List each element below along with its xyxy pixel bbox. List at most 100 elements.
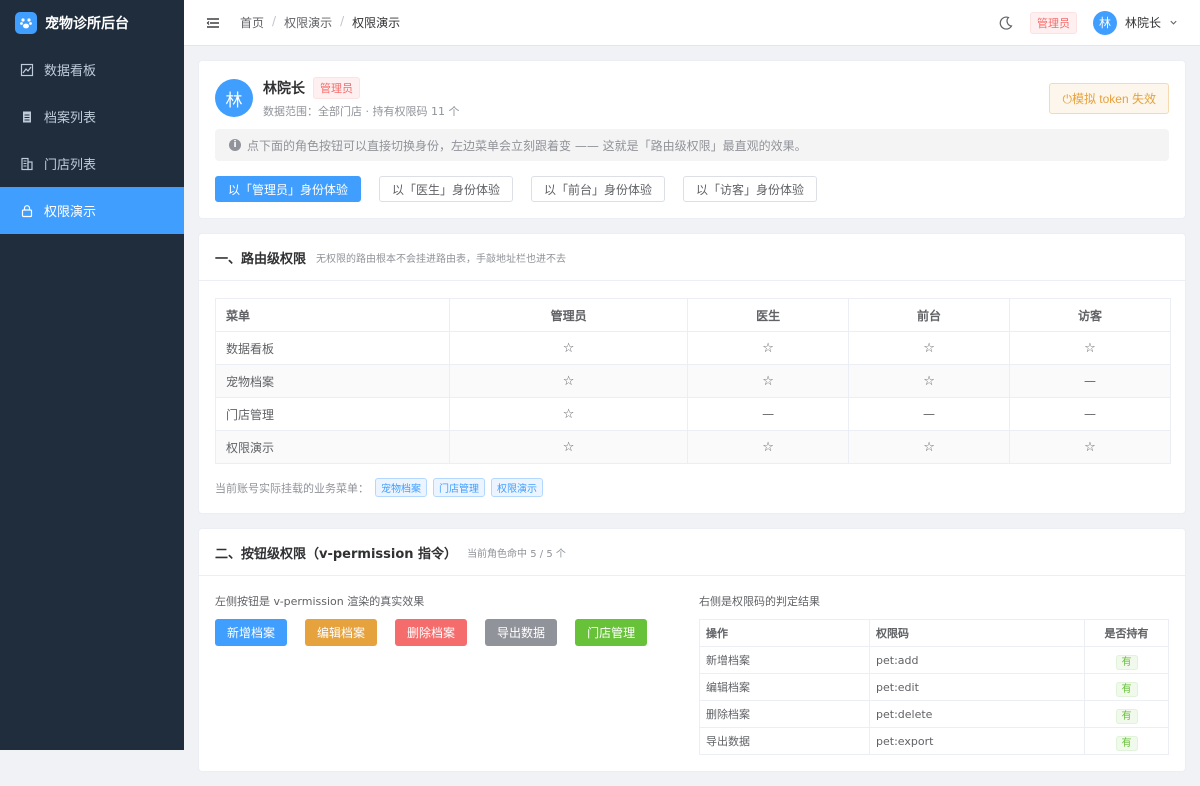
permission-cell: ☆ (848, 430, 1011, 464)
store-management-button[interactable]: 门店管理 (575, 619, 648, 646)
has-badge: 有 (1115, 735, 1138, 751)
code-cell: pet:edit (869, 673, 1085, 701)
sidebar: 宠物诊所后台 数据看板 档案列表 门店列表 权限演示 (0, 0, 184, 750)
add-record-button[interactable]: 新增档案 (215, 619, 288, 646)
permission-cell: ☆ (848, 331, 1011, 365)
mounted-label: 当前账号实际挂载的业务菜单： (215, 481, 369, 495)
avatar: 林 (1092, 10, 1117, 35)
menu-cell: 门店管理 (215, 397, 450, 431)
section-desc: 当前角色命中 5 / 5 个 (467, 548, 566, 560)
permission-cell: ☆ (448, 430, 689, 464)
lock-icon (21, 204, 33, 217)
user-name: 林院长 (1124, 16, 1161, 30)
sidebar-item-label: 数据看板 (44, 64, 97, 79)
table-row: 数据看板 ☆ ☆ ☆ ☆ (215, 331, 1171, 365)
sidebar-item-records[interactable]: 档案列表 (0, 93, 184, 140)
column-header: 访客 (1009, 298, 1171, 332)
tip-text: 点下面的角色按钮可以直接切换身份，左边菜单会立刻跟着变 —— 这就是「路由级权限… (247, 138, 807, 153)
sidebar-item-dashboard[interactable]: 数据看板 (0, 46, 184, 93)
user-menu[interactable]: 林 林院长 (1092, 10, 1178, 35)
has-badge: 有 (1115, 708, 1138, 724)
column-header: 菜单 (215, 298, 450, 332)
profile-card: 林 林院长 管理员 数据范围：全部门店 · 持有权限码 11 个 ⏻模拟 tok… (198, 60, 1186, 219)
role-doctor-button[interactable]: 以「医生」身份体验 (379, 176, 514, 202)
header: 首页 / 权限演示 / 权限演示 管理员 林 林院长 (184, 0, 1200, 46)
mounted-tag: 门店管理 (433, 478, 485, 497)
has-cell: 有 (1084, 727, 1169, 755)
mounted-tag: 权限演示 (491, 478, 543, 497)
permission-cell: ☆ (848, 364, 1011, 398)
operation-cell: 删除档案 (699, 700, 870, 728)
role-visitor-button[interactable]: 以「访客」身份体验 (683, 176, 818, 202)
breadcrumb-current: 权限演示 (352, 16, 401, 30)
power-icon: ⏻ (1062, 91, 1072, 106)
table-row: 新增档案 pet:add 有 (699, 646, 1169, 674)
route-permission-card: 一、路由级权限 无权限的路由根本不会挂进路由表，手敲地址栏也进不去 菜单 管理员… (198, 233, 1186, 514)
button-permission-card: 二、按钮级权限（v-permission 指令） 当前角色命中 5 / 5 个 … (198, 528, 1186, 772)
role-badge: 管理员 (1029, 11, 1077, 34)
permission-cell: ☆ (448, 397, 689, 431)
role-badge: 管理员 (313, 77, 360, 99)
permission-cell: ☆ (1009, 331, 1171, 365)
data-scope: 数据范围：全部门店 · 持有权限码 11 个 (263, 105, 460, 118)
brand[interactable]: 宠物诊所后台 (0, 0, 184, 46)
has-badge: 有 (1115, 654, 1138, 670)
permission-cell: ☆ (687, 430, 850, 464)
sidebar-item-label: 权限演示 (44, 205, 97, 220)
export-data-button[interactable]: 导出数据 (485, 619, 558, 646)
has-badge: 有 (1115, 681, 1138, 697)
permission-cell: ☆ (687, 364, 850, 398)
sidebar-item-label: 门店列表 (44, 158, 97, 173)
info-icon: i (229, 139, 241, 151)
sidebar-item-stores[interactable]: 门店列表 (0, 140, 184, 187)
code-cell: pet:export (869, 727, 1085, 755)
has-cell: 有 (1084, 700, 1169, 728)
operation-cell: 导出数据 (699, 727, 870, 755)
chart-icon (20, 63, 34, 76)
building-icon (21, 157, 33, 170)
permission-cell: — (1009, 397, 1171, 431)
sidebar-item-label: 档案列表 (44, 111, 97, 126)
column-header: 医生 (687, 298, 850, 332)
role-admin-button[interactable]: 以「管理员」身份体验 (215, 176, 362, 202)
delete-record-button[interactable]: 删除档案 (395, 619, 468, 646)
avatar: 林 (215, 79, 253, 117)
breadcrumb-home[interactable]: 首页 (240, 14, 264, 31)
menu-cell: 权限演示 (215, 430, 450, 464)
breadcrumb-separator: / (272, 14, 277, 28)
moon-icon[interactable] (998, 15, 1014, 31)
code-cell: pet:delete (869, 700, 1085, 728)
table-row: 导出数据 pet:export 有 (699, 727, 1169, 755)
info-tip: i 点下面的角色按钮可以直接切换身份，左边菜单会立刻跟着变 —— 这就是「路由级… (215, 129, 1169, 161)
column-header: 前台 (848, 298, 1011, 332)
breadcrumb-parent[interactable]: 权限演示 (284, 14, 332, 31)
section-title: 二、按钮级权限（v-permission 指令） (215, 546, 458, 562)
operation-cell: 新增档案 (699, 646, 870, 674)
paw-icon (15, 12, 37, 34)
table-row: 门店管理 ☆ — — — (215, 397, 1171, 431)
column-header: 权限码 (869, 619, 1085, 647)
table-row: 删除档案 pet:delete 有 (699, 700, 1169, 728)
edit-record-button[interactable]: 编辑档案 (305, 619, 378, 646)
permission-cell: — (1009, 364, 1171, 398)
menu-cell: 数据看板 (215, 331, 450, 365)
breadcrumb-separator: / (340, 14, 345, 28)
operation-cell: 编辑档案 (699, 673, 870, 701)
menu-fold-icon[interactable] (206, 16, 220, 30)
file-icon (23, 111, 31, 122)
simulate-token-expire-button[interactable]: ⏻模拟 token 失效 (1049, 82, 1169, 114)
table-row: 编辑档案 pet:edit 有 (699, 673, 1169, 701)
button-label: 模拟 token 失效 (1071, 91, 1156, 106)
section-title: 一、路由级权限 (215, 251, 307, 267)
role-reception-button[interactable]: 以「前台」身份体验 (531, 176, 666, 202)
permission-cell: — (687, 397, 850, 431)
route-permission-table: 菜单 管理员 医生 前台 访客 数据看板 ☆ ☆ ☆ ☆ 宠物档案 ☆ ☆ ☆ … (215, 298, 1171, 464)
breadcrumb: 首页 / 权限演示 / 权限演示 (240, 14, 400, 31)
right-label: 右侧是权限码的判定结果 (699, 595, 820, 608)
menu-cell: 宠物档案 (215, 364, 450, 398)
permission-cell: ☆ (687, 331, 850, 365)
has-cell: 有 (1084, 673, 1169, 701)
permission-cell: ☆ (448, 331, 689, 365)
sidebar-item-permission[interactable]: 权限演示 (0, 187, 184, 234)
column-header: 管理员 (448, 298, 689, 332)
